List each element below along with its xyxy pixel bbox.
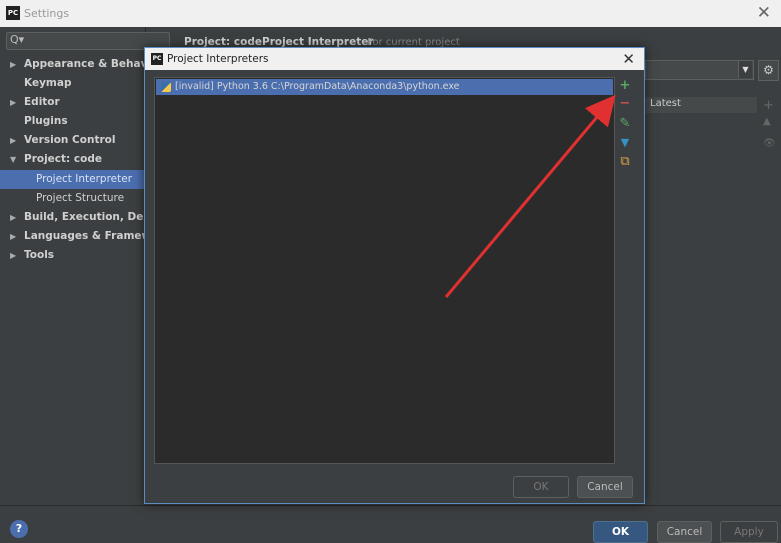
help-icon[interactable]: ? <box>10 520 28 538</box>
edit-pencil-icon[interactable]: ✎ <box>617 116 633 132</box>
project-interpreters-dialog: PC Project Interpreters ✕ [invalid] Pyth… <box>144 47 645 504</box>
window-titlebar: PC Settings ✕ <box>0 0 781 27</box>
sidebar-item-label: Keymap <box>24 77 72 89</box>
column-header-latest: Latest <box>650 98 681 109</box>
add-package-icon[interactable]: + <box>763 98 774 113</box>
collapse-arrow-icon[interactable]: ▼ <box>10 150 16 169</box>
upgrade-package-icon[interactable]: ▲ <box>763 116 771 127</box>
interpreter-path: [invalid] Python 3.6 C:\ProgramData\Anac… <box>175 81 460 92</box>
sidebar-item-label: Editor <box>24 96 60 108</box>
pycharm-logo-icon: PC <box>151 53 163 65</box>
sidebar-item-label: Tools <box>24 249 55 261</box>
show-early-releases-icon[interactable]: 👁 <box>763 138 776 149</box>
remove-interpreter-icon[interactable]: − <box>617 96 633 112</box>
interpreter-list[interactable]: [invalid] Python 3.6 C:\ProgramData\Anac… <box>154 77 615 464</box>
python-icon <box>161 82 171 92</box>
sidebar-item-project-interpreter[interactable]: Project Interpreter <box>0 170 145 189</box>
sidebar-item-plugins[interactable]: Plugins <box>0 112 145 131</box>
sidebar-item-version-control[interactable]: ▶ Version Control <box>0 131 145 150</box>
filter-icon[interactable]: ▼ <box>617 135 633 151</box>
sidebar-item-tools[interactable]: ▶ Tools <box>0 246 145 265</box>
packages-table-header: Latest <box>645 97 757 113</box>
window-close-icon[interactable]: ✕ <box>757 3 771 23</box>
expand-arrow-icon[interactable]: ▶ <box>10 93 16 112</box>
sidebar-item-editor[interactable]: ▶ Editor <box>0 93 145 112</box>
settings-footer: ? OK Cancel Apply <box>0 505 781 543</box>
pycharm-logo-icon: PC <box>6 6 20 20</box>
search-icon: Q▾ <box>10 33 25 46</box>
sidebar-item-label: Project Interpreter <box>36 173 133 185</box>
interpreter-list-item[interactable]: [invalid] Python 3.6 C:\ProgramData\Anac… <box>156 79 613 95</box>
expand-arrow-icon[interactable]: ▶ <box>10 55 16 74</box>
sidebar-item-project-code[interactable]: ▼ Project: code <box>0 150 145 169</box>
sidebar-item-languages-frameworks[interactable]: ▶ Languages & Frameworks <box>0 227 145 246</box>
expand-arrow-icon[interactable]: ▶ <box>10 208 16 227</box>
sidebar-item-label: Appearance & Behavior <box>24 58 145 70</box>
expand-arrow-icon[interactable]: ▶ <box>10 246 16 265</box>
expand-arrow-icon[interactable]: ▶ <box>10 227 16 246</box>
gear-icon[interactable]: ⚙ <box>758 60 779 81</box>
sidebar-item-label: Project: code <box>24 153 102 165</box>
dialog-titlebar: PC Project Interpreters ✕ <box>145 48 644 70</box>
dialog-cancel-button[interactable]: Cancel <box>577 476 633 498</box>
dialog-close-icon[interactable]: ✕ <box>622 50 635 68</box>
dialog-ok-button[interactable]: OK <box>513 476 569 498</box>
sidebar-item-label: Project Structure <box>36 192 125 204</box>
expand-arrow-icon[interactable]: ▶ <box>10 131 16 150</box>
settings-sidebar: Q▾ ▶ Appearance & Behavior Keymap ▶ Edit… <box>0 27 170 505</box>
sidebar-item-keymap[interactable]: Keymap <box>0 74 145 93</box>
sidebar-item-label: Version Control <box>24 134 116 146</box>
combo-dropdown-arrow-icon[interactable]: ▼ <box>738 61 752 78</box>
sidebar-item-label: Plugins <box>24 115 68 127</box>
sidebar-item-appearance-behavior[interactable]: ▶ Appearance & Behavior <box>0 55 145 74</box>
sidebar-item-label: Build, Execution, Deployment <box>24 211 145 223</box>
window-title: Settings <box>24 7 70 20</box>
add-interpreter-icon[interactable]: + <box>617 78 633 94</box>
dialog-title: Project Interpreters <box>167 53 269 65</box>
sidebar-item-project-structure[interactable]: Project Structure <box>0 189 145 208</box>
sidebar-item-label: Languages & Frameworks <box>24 230 145 242</box>
sidebar-item-build-execution-deployment[interactable]: ▶ Build, Execution, Deployment <box>0 208 145 227</box>
show-paths-icon[interactable]: ⧉ <box>617 154 633 170</box>
